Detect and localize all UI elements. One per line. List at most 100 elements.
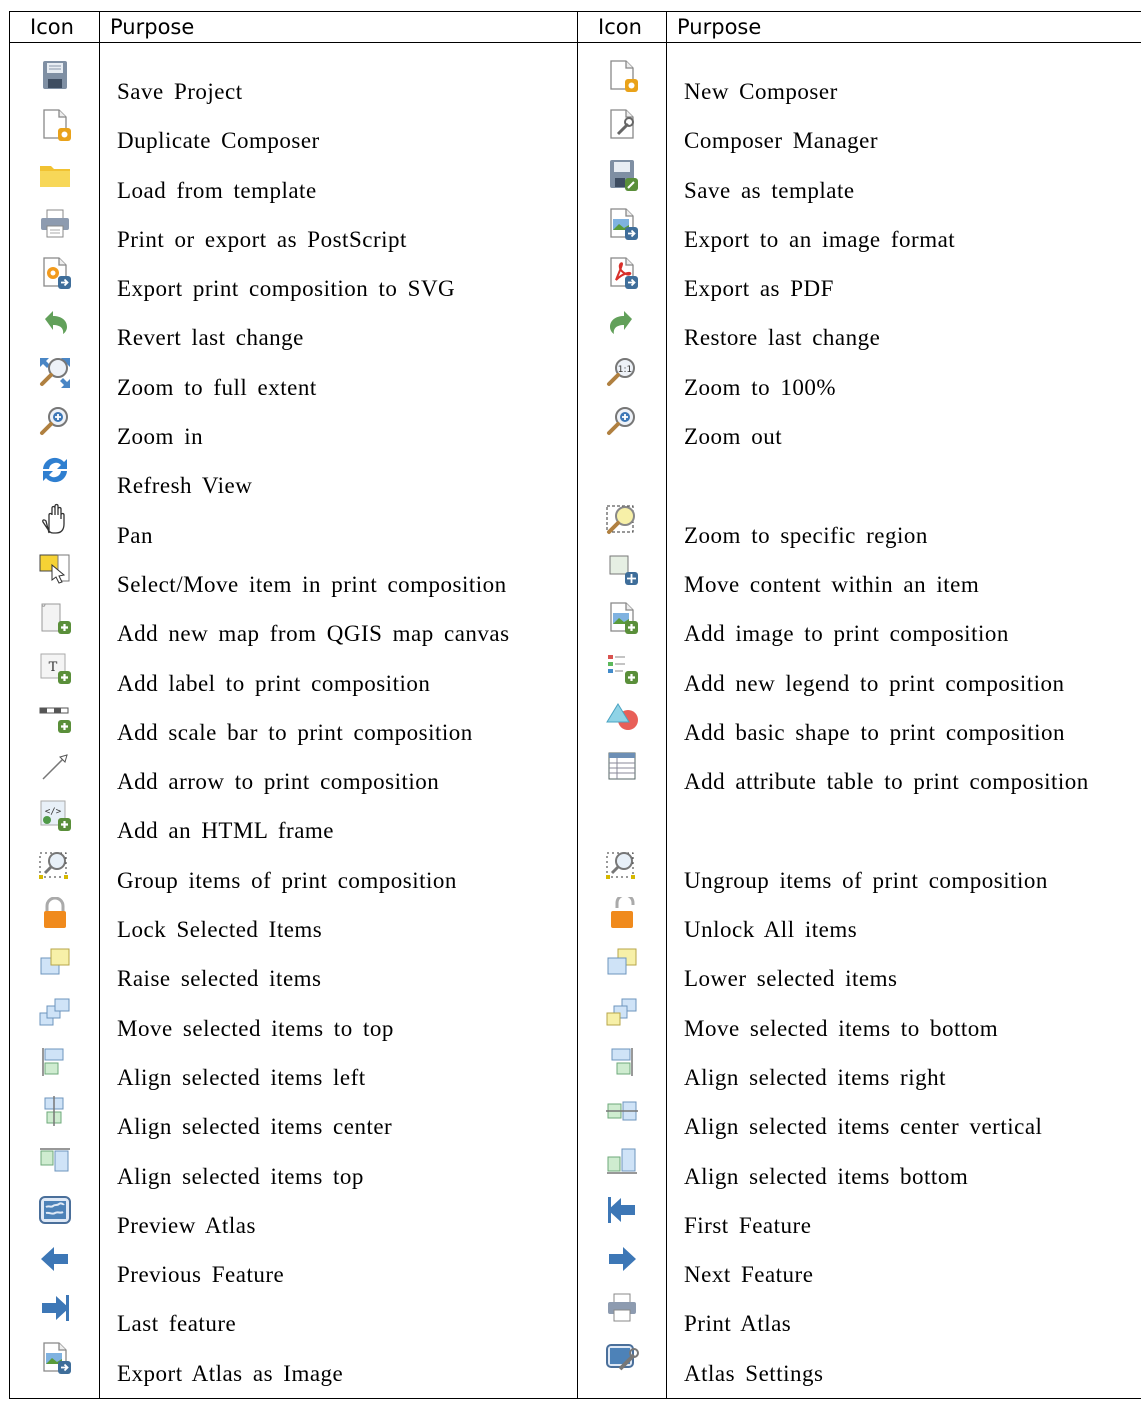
export-pdf-icon (604, 256, 640, 290)
purpose-cell: Refresh View (99, 461, 578, 511)
group-items-icon (37, 848, 73, 882)
purpose-cell: Print Atlas (666, 1299, 1141, 1349)
purpose-cell (666, 806, 1141, 856)
export-svg-icon (37, 256, 73, 290)
table-row: T Add label to print composition Add new l… (9, 653, 1141, 708)
purpose-cell: Zoom to full extent (99, 362, 578, 413)
purpose-cell: Revert last change (99, 313, 578, 363)
printer-icon (37, 207, 73, 241)
table-row: Lock Selected Items Unlock All items (9, 897, 1141, 955)
add-image-icon (604, 601, 640, 635)
atlas-preview-icon (37, 1193, 73, 1227)
add-html-icon: </> (37, 798, 73, 832)
zoom-full-icon (37, 355, 73, 389)
table-row: Load from template Save as template (9, 159, 1141, 215)
purpose-cell: Align selected items center (99, 1102, 578, 1152)
purpose-cell: Move content within an item (666, 559, 1141, 610)
align-vcenter-icon (604, 1094, 640, 1128)
previous-feature-icon (37, 1242, 73, 1276)
table-row: Align selected items center Align selecte… (9, 1096, 1141, 1152)
header-icon-1: Icon (9, 11, 100, 43)
header-purpose-2: Purpose (666, 11, 1141, 43)
table-row: Align selected items top Align selected i… (9, 1147, 1141, 1201)
purpose-cell: Zoom out (666, 412, 1141, 462)
purpose-cell: Save Project (99, 67, 578, 117)
align-top-icon (37, 1144, 73, 1178)
icon-cell (577, 752, 667, 807)
purpose-cell: Add new legend to print composition (666, 658, 1141, 708)
export-atlas-image-icon (37, 1341, 73, 1375)
zoom-actual-icon: 1:1 (604, 355, 640, 389)
table-row: Duplicate Composer Composer Manager (9, 109, 1141, 166)
purpose-cell: Atlas Settings (666, 1348, 1141, 1400)
icon-cell (577, 407, 667, 462)
table-row: Previous Feature Next Feature (9, 1247, 1141, 1300)
lock-icon (37, 897, 73, 931)
save-project-icon (37, 59, 73, 93)
purpose-cell: Zoom to specific region (666, 510, 1141, 560)
refresh-icon (37, 453, 73, 487)
align-center-icon (37, 1094, 73, 1128)
redo-icon (604, 305, 640, 339)
table-row: Move selected items to top Move selected … (9, 998, 1141, 1053)
icon-cell (577, 1343, 667, 1400)
purpose-cell: Move selected items to bottom (666, 1003, 1141, 1053)
purpose-cell: Last feature (99, 1299, 578, 1349)
purpose-cell: Preview Atlas (99, 1200, 578, 1251)
svg-text:T: T (48, 660, 57, 675)
table-row: Raise selected items Lower selected items (9, 948, 1141, 1004)
purpose-cell: Align selected items left (99, 1052, 578, 1103)
purpose-cell: Export Atlas as Image (99, 1348, 578, 1400)
purpose-cell: Add label to print composition (99, 658, 578, 708)
purpose-cell (666, 461, 1141, 511)
last-feature-icon (37, 1291, 73, 1325)
table-row: Zoom to full extent 1:1 Zoom to 100% (9, 357, 1141, 413)
unlock-icon (604, 897, 640, 931)
purpose-cell: Lock Selected Items (99, 905, 578, 955)
new-composer-icon (604, 59, 640, 93)
header-purpose-1: Purpose (99, 11, 578, 43)
print-atlas-icon (604, 1291, 640, 1325)
purpose-cell: Move selected items to top (99, 1003, 578, 1053)
header-icon-2: Icon (577, 11, 667, 43)
table-row: Add new map from QGIS map canvas Add imag… (9, 602, 1141, 659)
svg-text:1:1: 1:1 (618, 365, 632, 375)
move-bottom-icon (604, 996, 640, 1030)
next-feature-icon (604, 1242, 640, 1276)
purpose-cell: First Feature (666, 1200, 1141, 1251)
lower-icon (604, 946, 640, 980)
purpose-cell: Lower selected items (666, 954, 1141, 1004)
purpose-cell: Export print composition to SVG (99, 264, 578, 314)
move-top-icon (37, 996, 73, 1030)
purpose-cell: Export to an image format (666, 214, 1141, 265)
purpose-cell: Pan (99, 510, 578, 560)
svg-text:</>: </> (44, 807, 61, 817)
align-left-icon (37, 1045, 73, 1079)
align-right-icon (604, 1045, 640, 1079)
raise-icon (37, 946, 73, 980)
purpose-cell: Ungroup items of print composition (666, 855, 1141, 906)
purpose-cell: Add basic shape to print composition (666, 707, 1141, 758)
purpose-cell: New Composer (666, 67, 1141, 117)
table-row: Export Atlas as Image Atlas Settings (9, 1342, 1141, 1400)
composer-manager-icon (604, 108, 640, 142)
ungroup-items-icon (604, 848, 640, 882)
purpose-cell: Group items of print composition (99, 855, 578, 906)
purpose-cell: Add new map from QGIS map canvas (99, 609, 578, 659)
first-feature-icon (604, 1193, 640, 1227)
zoom-in-icon (37, 404, 73, 438)
purpose-cell: Add scale bar to print composition (99, 707, 578, 758)
purpose-cell: Align selected items top (99, 1151, 578, 1201)
align-bottom-icon (604, 1144, 640, 1178)
table-row: Last feature Print Atlas (9, 1293, 1141, 1349)
purpose-cell: Save as template (666, 165, 1141, 215)
purpose-cell: Align selected items right (666, 1052, 1141, 1103)
save-template-icon (604, 158, 640, 192)
table-row: Revert last change Restore last change (9, 311, 1141, 363)
add-arrow-icon (37, 749, 73, 783)
zoom-out-icon (604, 404, 640, 438)
icon-reference-table: Icon Purpose Icon Purpose Save Project Ne… (9, 11, 1141, 1400)
select-move-icon (37, 552, 73, 586)
spacer-row (9, 42, 1141, 67)
pan-hand-icon (37, 503, 73, 537)
